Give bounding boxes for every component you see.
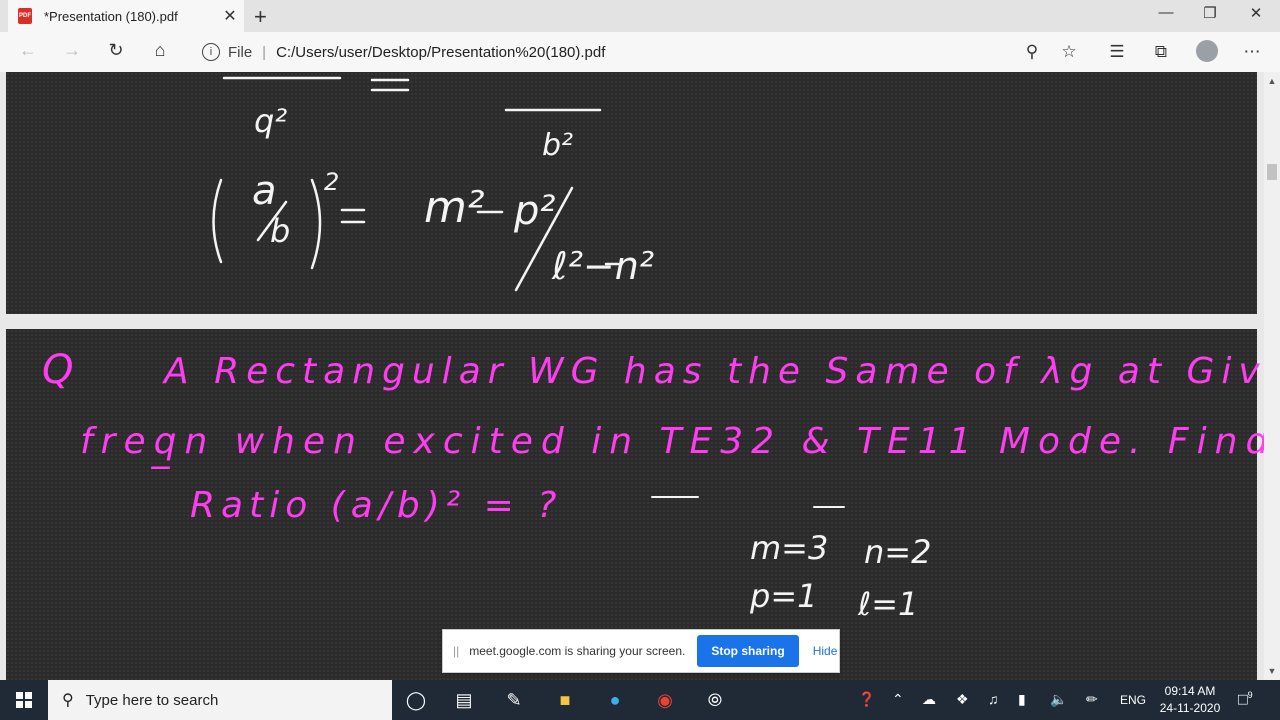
ink-exp2: 2 (324, 168, 340, 196)
file-explorer-icon[interactable]: ■ (553, 688, 577, 712)
share-message: meet.google.com is sharing your screen. (469, 644, 686, 658)
volume-icon[interactable]: 🔈 (1050, 691, 1067, 708)
minimize-button[interactable]: — (1146, 4, 1186, 21)
ink-l-value: ℓ=1 (858, 585, 919, 623)
search-placeholder: Type here to search (85, 691, 219, 709)
language-indicator[interactable]: ENG (1120, 693, 1146, 707)
collections-icon[interactable]: ⧉ (1149, 42, 1173, 62)
zoom-icon[interactable]: ⚲ (1020, 42, 1044, 62)
info-icon[interactable]: i (202, 43, 220, 61)
refresh-icon[interactable]: ↻ (104, 40, 128, 61)
scroll-up-icon[interactable]: ▲ (1264, 76, 1280, 86)
new-tab-button[interactable]: + (254, 4, 267, 30)
search-icon: ⚲ (62, 692, 74, 709)
browser-tab[interactable]: PDF *Presentation (180).pdf ✕ (8, 0, 244, 32)
ink-a: a (252, 168, 277, 214)
task-view-icon[interactable]: ▤ (452, 688, 476, 712)
pdf-page-2: Q A Rectangular WG has the Same of λg at… (6, 329, 1264, 680)
hide-button[interactable]: Hide (813, 644, 838, 658)
scroll-thumb[interactable] (1267, 164, 1277, 180)
ink-underlines-page2 (651, 496, 845, 508)
restore-button[interactable]: ❐ (1190, 4, 1230, 22)
profile-avatar[interactable] (1196, 40, 1218, 62)
whiteboard-app-icon[interactable]: ✎ (502, 688, 526, 712)
taskbar-search-box[interactable]: ⚲ Type here to search (48, 680, 392, 720)
drag-handle-icon[interactable]: || (453, 644, 459, 658)
tab-close-button[interactable]: ✕ (220, 6, 240, 26)
notification-center-icon[interactable]: □9 (1238, 690, 1253, 709)
ink-b: b (270, 212, 291, 250)
edge-browser-icon[interactable]: ● (603, 688, 627, 712)
screen-share-banner: || meet.google.com is sharing your scree… (442, 629, 840, 673)
cortana-icon[interactable]: ◯ (404, 688, 428, 712)
ink-p2: p² (514, 188, 556, 234)
favorite-star-icon[interactable]: ☆ (1057, 42, 1081, 62)
address-bar[interactable]: i File | C:/Users/user/Desktop/Presentat… (188, 36, 1088, 68)
tab-title: *Presentation (180).pdf (44, 8, 178, 24)
stop-sharing-button[interactable]: Stop sharing (697, 635, 799, 667)
obs-icon[interactable]: ⦾ (703, 688, 727, 712)
home-icon[interactable]: ⌂ (148, 40, 172, 61)
start-button[interactable] (0, 680, 48, 720)
pen-icon[interactable]: ✏ (1086, 691, 1098, 708)
pdf-icon: PDF (18, 8, 32, 24)
more-options-icon[interactable]: ⋯ (1240, 42, 1264, 62)
clock-time: 09:14 AM (1164, 684, 1216, 698)
clock-date: 24-11-2020 (1159, 701, 1221, 715)
ink-m2: m² (424, 182, 485, 233)
windows-logo-icon (16, 692, 32, 708)
file-label: File (228, 43, 253, 61)
ink-l2-n2: ℓ²−n² (552, 244, 655, 288)
show-hidden-icons[interactable]: ⌃ (892, 691, 904, 708)
chrome-icon[interactable]: ◉ (653, 688, 677, 712)
windows-taskbar: ⚲ Type here to search ◯ ▤ ✎ ■ ● ◉ ⦾ ❓ ⌃ … (0, 680, 1280, 720)
ink-b-squared: b² (542, 128, 574, 163)
pdf-viewer: q² b² a b 2 m² p² ℓ²−n² Q A Rectangular … (0, 72, 1264, 680)
favorites-list-icon[interactable]: ☰ (1105, 42, 1129, 62)
back-icon[interactable]: ← (16, 40, 40, 61)
microphone-icon[interactable]: ♫ (988, 691, 999, 707)
separator: | (262, 43, 267, 61)
tab-strip: PDF *Presentation (180).pdf ✕ + — ❐ ✕ (0, 0, 1280, 32)
ink-p-value: p=1 (750, 577, 818, 615)
ink-m-value: m=3 (750, 529, 829, 567)
battery-icon[interactable]: ▮ (1018, 691, 1026, 708)
dropbox-icon[interactable]: ❖ (956, 691, 969, 708)
ink-q-squared: q² (254, 102, 288, 140)
navigation-bar: ← → ↻ ⌂ i File | C:/Users/user/Desktop/P… (0, 32, 1280, 73)
close-window-button[interactable]: ✕ (1236, 4, 1276, 22)
clock[interactable]: 09:14 AM 24-11-2020 (1150, 683, 1230, 717)
pdf-page-1: q² b² a b 2 m² p² ℓ²−n² (6, 72, 1257, 314)
notification-count: 9 (1247, 690, 1253, 700)
onedrive-icon[interactable]: ☁ (922, 691, 936, 708)
ink-n-value: n=2 (864, 533, 932, 571)
scroll-down-icon[interactable]: ▼ (1264, 666, 1280, 676)
forward-icon[interactable]: → (60, 40, 84, 61)
url-text[interactable]: C:/Users/user/Desktop/Presentation%20(18… (276, 44, 605, 61)
help-icon[interactable]: ❓ (858, 691, 875, 708)
